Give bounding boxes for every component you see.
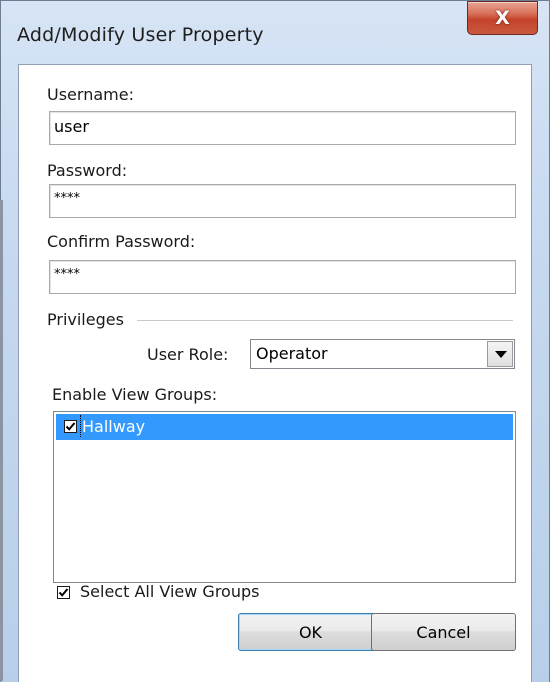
user-role-value: Operator <box>256 344 328 363</box>
confirm-password-label: Confirm Password: <box>47 232 196 251</box>
user-role-label: User Role: <box>147 345 229 364</box>
select-all-checkbox[interactable] <box>57 586 70 599</box>
password-label: Password: <box>47 161 128 180</box>
select-all-label: Select All View Groups <box>80 582 260 601</box>
confirm-password-field[interactable]: **** <box>49 260 516 294</box>
view-groups-list[interactable]: Hallway <box>53 411 516 583</box>
dialog-window: Add/Modify User Property X Username: use… <box>0 0 550 682</box>
list-item-hallway[interactable]: Hallway <box>56 414 513 440</box>
password-value: **** <box>54 191 80 206</box>
username-label: Username: <box>47 85 134 104</box>
list-item-label: Hallway <box>82 417 146 436</box>
dialog-client-area: Username: user Password: **** Confirm Pa… <box>18 64 532 682</box>
confirm-password-value: **** <box>54 267 80 282</box>
username-field[interactable]: user <box>49 111 516 145</box>
checkmark-icon <box>58 588 69 597</box>
dropdown-button[interactable] <box>487 341 513 367</box>
cancel-button[interactable]: Cancel <box>371 613 516 651</box>
password-field[interactable]: **** <box>49 184 516 218</box>
ok-button[interactable]: OK <box>238 613 383 651</box>
checkmark-icon <box>65 422 76 431</box>
hallway-checkbox[interactable] <box>64 420 77 433</box>
window-title: Add/Modify User Property <box>17 24 264 46</box>
privileges-group-label: Privileges <box>47 310 124 329</box>
background-strip <box>0 200 3 681</box>
close-button[interactable]: X <box>467 1 538 35</box>
chevron-down-icon <box>495 351 507 358</box>
close-icon: X <box>495 7 510 29</box>
privileges-divider <box>137 320 513 322</box>
username-value: user <box>54 117 89 136</box>
user-role-dropdown[interactable]: Operator <box>250 339 515 369</box>
view-groups-label: Enable View Groups: <box>52 385 218 404</box>
